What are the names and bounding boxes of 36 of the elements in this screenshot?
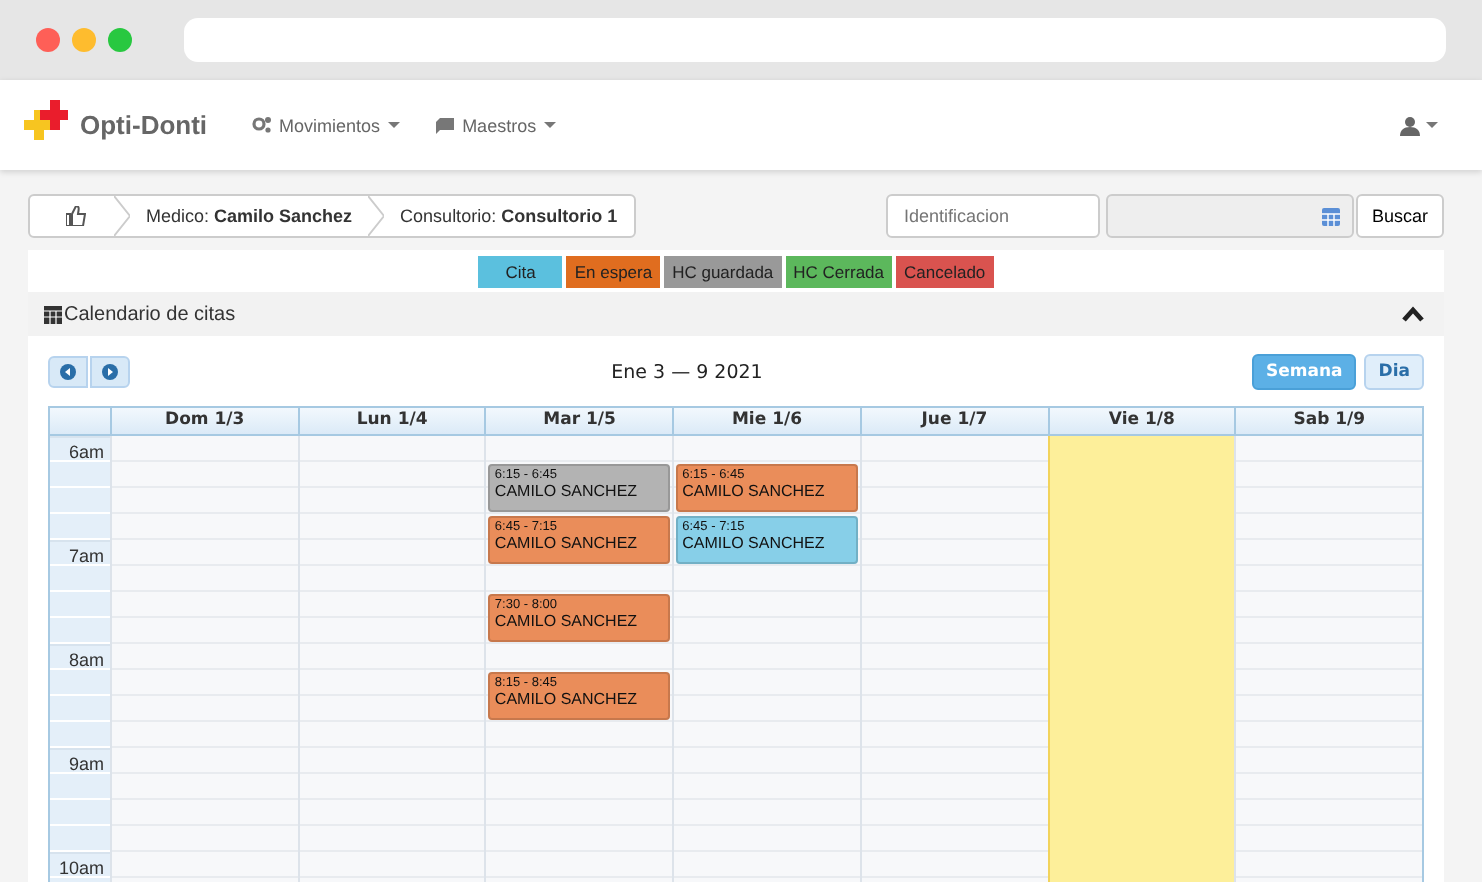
breadcrumb-item[interactable]: Medico: Camilo Sanchez xyxy=(130,206,369,226)
view-button[interactable]: Dia xyxy=(1364,354,1424,390)
previous-icon xyxy=(60,364,76,380)
close-window-dot[interactable] xyxy=(36,28,60,52)
calendar-icon xyxy=(44,305,62,323)
day-header: Jue 1/7 xyxy=(859,408,1048,436)
brand-name[interactable]: Opti-Donti xyxy=(80,110,208,140)
day-header: Mar 1/5 xyxy=(484,408,673,436)
day-header: Lun 1/4 xyxy=(297,408,485,436)
maximize-window-dot[interactable] xyxy=(108,28,132,52)
user-icon xyxy=(1400,115,1420,135)
collapse-chevron-icon[interactable] xyxy=(1402,306,1424,322)
day-header: Mie 1/6 xyxy=(672,408,860,436)
status-legend-item: HC guardada xyxy=(662,254,784,290)
date-range-title: Ene 3 — 9 2021 xyxy=(609,361,765,383)
panel-title: Calendario de citas xyxy=(64,303,236,325)
status-legend-item: Cancelado xyxy=(894,254,996,290)
day-header: Sab 1/9 xyxy=(1234,408,1422,436)
day-header: Vie 1/8 xyxy=(1047,408,1235,436)
breadcrumb-item[interactable]: Consultorio: Consultorio 1 xyxy=(384,206,634,226)
day-header: Dom 1/3 xyxy=(110,408,298,436)
date-field[interactable] xyxy=(1105,194,1354,238)
previous-button[interactable] xyxy=(48,356,88,388)
search-button[interactable]: Buscar xyxy=(1355,194,1444,238)
next-icon xyxy=(102,364,118,380)
minimize-window-dot[interactable] xyxy=(72,28,96,52)
nav-menu[interactable]: Movimientos xyxy=(251,115,401,135)
next-button[interactable] xyxy=(90,356,130,388)
gears-icon xyxy=(251,116,272,134)
user-menu[interactable] xyxy=(1400,115,1438,135)
calendar-icon xyxy=(1321,207,1340,225)
status-legend-item: En espera xyxy=(564,254,663,290)
identification-field[interactable]: Identificacion xyxy=(885,194,1100,238)
nav-menu[interactable]: Maestros xyxy=(436,115,557,135)
status-legend-item: Cita xyxy=(476,254,565,290)
status-legend-item: HC Cerrada xyxy=(783,254,895,290)
